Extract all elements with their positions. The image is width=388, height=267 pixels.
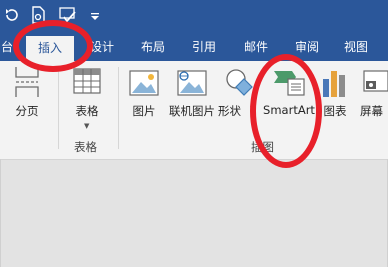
tab-review[interactable]: 审阅 — [289, 33, 325, 61]
illustrations-group-label: 插图 — [251, 140, 274, 154]
tab-mailings[interactable]: 邮件 — [238, 33, 274, 61]
tab-start[interactable]: 台 — [0, 33, 16, 61]
page-break-button[interactable]: 分页 — [6, 65, 48, 125]
chevron-down-icon: ▼ — [250, 105, 256, 113]
screenshot-icon — [360, 65, 388, 103]
smartart-label: SmartArt — [263, 103, 315, 117]
online-pictures-button[interactable]: 联机图片 — [166, 65, 218, 125]
smartart-icon — [272, 65, 306, 103]
new-document-icon[interactable] — [30, 5, 46, 25]
tab-insert[interactable]: 插入 — [26, 36, 74, 61]
table-label: 表格 — [75, 104, 99, 118]
picture-icon — [128, 65, 160, 103]
online-picture-icon — [176, 65, 208, 103]
picture-label: 图片 — [132, 104, 156, 118]
chart-icon — [320, 65, 350, 103]
online-picture-label: 联机图片 — [169, 104, 215, 118]
screenshot-button[interactable]: 屏幕 — [356, 65, 388, 125]
page-break-icon — [14, 65, 40, 103]
screenshot-label: 屏幕 — [360, 104, 383, 118]
undo-icon[interactable] — [4, 5, 18, 25]
shapes-button[interactable]: 形状 ▼ — [218, 65, 260, 137]
table-button[interactable]: 表格 ▼ — [64, 65, 110, 137]
tab-references[interactable]: 引用 — [186, 33, 222, 61]
picture-button[interactable]: 图片 — [126, 65, 162, 125]
customize-qat-icon[interactable] — [90, 5, 100, 25]
ribbon-panel: 分页 表格 ▼ 表格 图片 联机图片 形状 ▼ SmartArt 图表 屏幕 插… — [0, 61, 388, 160]
table-group-label: 表格 — [74, 140, 97, 154]
group-separator — [58, 67, 59, 149]
tab-layout[interactable]: 布局 — [135, 33, 171, 61]
ribbon-tab-bar: 台 插入 设计 布局 引用 邮件 审阅 视图 — [0, 33, 388, 61]
tab-view[interactable]: 视图 — [338, 33, 374, 61]
shapes-label: 形状 — [218, 104, 241, 118]
table-icon — [73, 65, 101, 101]
chevron-down-icon: ▼ — [84, 122, 90, 130]
chart-button[interactable]: 图表 — [320, 65, 350, 125]
page-break-label: 分页 — [15, 104, 39, 118]
tab-design[interactable]: 设计 — [84, 33, 120, 61]
title-bar — [0, 0, 388, 33]
window-border-left — [0, 159, 1, 267]
shapes-icon — [224, 65, 258, 103]
smartart-button[interactable]: SmartArt — [260, 65, 318, 125]
chart-label: 图表 — [323, 104, 347, 118]
spellcheck-icon[interactable] — [58, 5, 78, 25]
group-separator — [118, 67, 119, 149]
